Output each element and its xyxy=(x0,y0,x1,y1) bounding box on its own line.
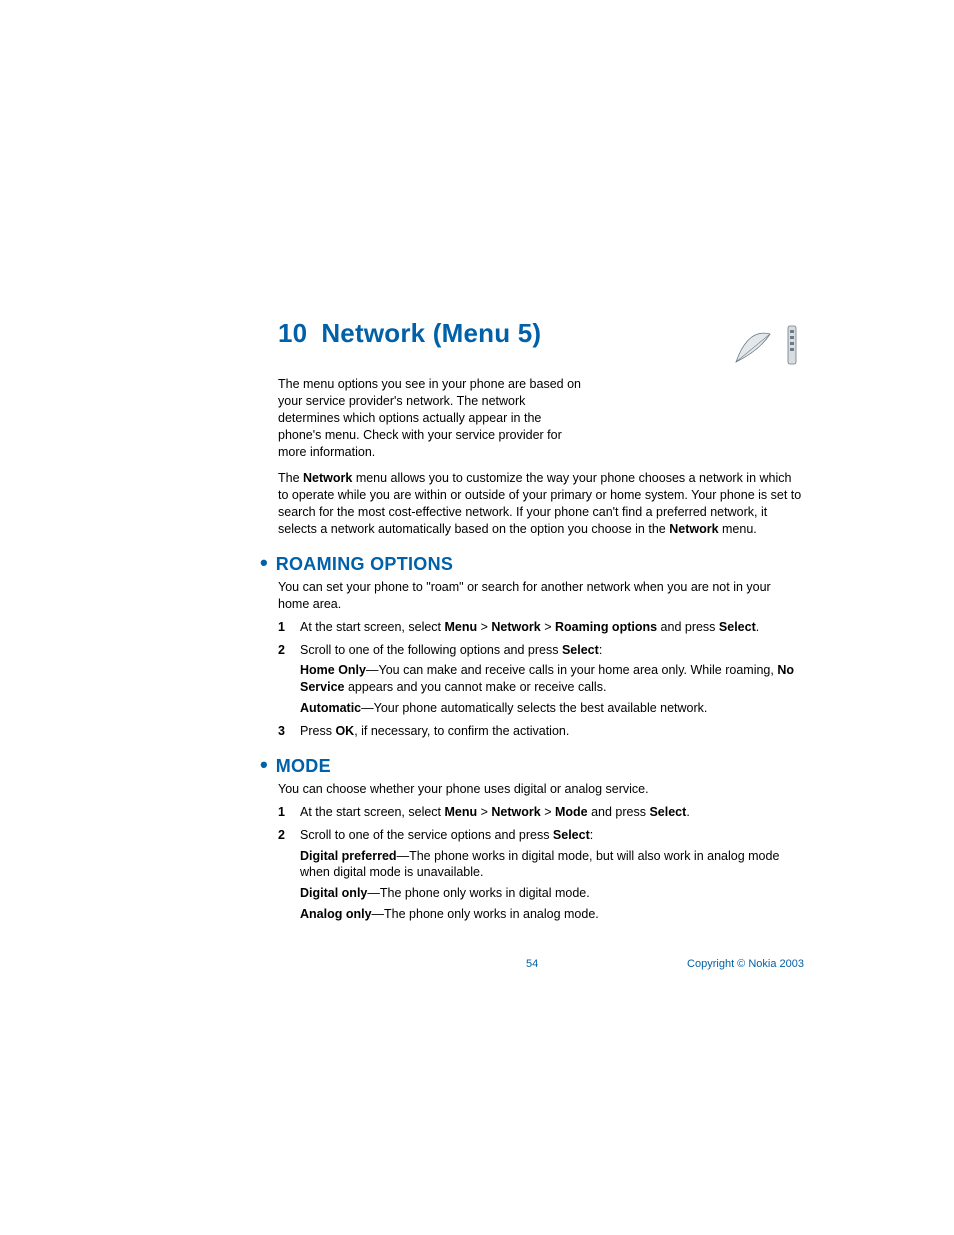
mode-steps: At the start screen, select Menu > Netwo… xyxy=(278,804,804,923)
mode-heading: MODE xyxy=(276,756,331,777)
copyright-text: Copyright © Nokia 2003 xyxy=(687,958,804,970)
chapter-title-text: Network (Menu 5) xyxy=(321,318,541,348)
mode-digital-preferred: Digital preferred—The phone works in dig… xyxy=(300,848,804,882)
roaming-home-only: Home Only—You can make and receive calls… xyxy=(300,662,804,696)
network-antenna-icon xyxy=(730,320,800,370)
roaming-automatic: Automatic—Your phone automatically selec… xyxy=(300,700,804,717)
bullet-icon: • xyxy=(260,754,268,776)
roaming-heading-row: • ROAMING OPTIONS xyxy=(278,552,804,575)
network-paragraph: The Network menu allows you to customize… xyxy=(278,470,804,538)
roaming-heading: ROAMING OPTIONS xyxy=(276,554,454,575)
roaming-intro: You can set your phone to "roam" or sear… xyxy=(278,579,804,613)
chapter-number: 10 xyxy=(278,318,307,348)
chapter-title: 10 Network (Menu 5) xyxy=(278,318,541,349)
roaming-step-3: Press OK, if necessary, to confirm the a… xyxy=(278,723,804,740)
mode-digital-only: Digital only—The phone only works in dig… xyxy=(300,885,804,902)
page-footer: 54 Copyright © Nokia 2003 xyxy=(278,958,804,970)
mode-intro: You can choose whether your phone uses d… xyxy=(278,781,804,798)
mode-step-2: Scroll to one of the service options and… xyxy=(278,827,804,923)
intro-paragraph: The menu options you see in your phone a… xyxy=(278,376,588,460)
mode-analog-only: Analog only—The phone only works in anal… xyxy=(300,906,804,923)
mode-step-1: At the start screen, select Menu > Netwo… xyxy=(278,804,804,821)
roaming-step-2: Scroll to one of the following options a… xyxy=(278,642,804,718)
roaming-steps: At the start screen, select Menu > Netwo… xyxy=(278,619,804,740)
bullet-icon: • xyxy=(260,552,268,574)
page-number: 54 xyxy=(526,958,538,970)
mode-heading-row: • MODE xyxy=(278,754,804,777)
chapter-title-row: 10 Network (Menu 5) xyxy=(278,318,804,370)
roaming-step-1: At the start screen, select Menu > Netwo… xyxy=(278,619,804,636)
document-page: 10 Network (Menu 5) The menu options you … xyxy=(0,0,954,1235)
